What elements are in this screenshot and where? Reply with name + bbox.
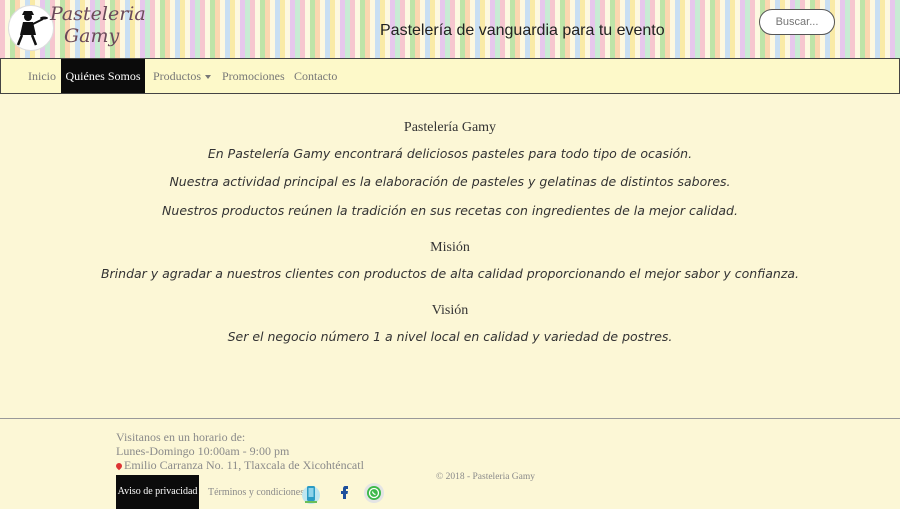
logo-text-line2: Gamy	[64, 25, 120, 47]
header-banner: Pasteleria Gamy Pastelería de vanguardia…	[0, 0, 900, 58]
footer: Visitanos en un horario de: Lunes-Doming…	[0, 418, 900, 509]
hours-text: Lunes-Domingo 10:00am - 9:00 pm	[116, 444, 290, 458]
whatsapp-icon[interactable]	[363, 482, 385, 504]
caret-down-icon	[205, 75, 211, 80]
privacy-link[interactable]: Aviso de privacidad	[116, 475, 199, 509]
address-text: Emilio Carranza No. 11, Tlaxcala de Xico…	[124, 458, 364, 472]
nav-item-promociones[interactable]: Promociones	[222, 59, 285, 93]
vision-text: Ser el negocio número 1 a nivel local en…	[227, 329, 673, 344]
header-tagline: Pastelería de vanguardia para tu evento	[380, 22, 665, 39]
location-pin-icon	[114, 462, 124, 471]
hours-label: Visitanos en un horario de:	[116, 430, 246, 444]
nav-item-contacto[interactable]: Contacto	[294, 59, 337, 93]
logo-text-line1: Pasteleria	[50, 3, 146, 25]
search-input[interactable]	[759, 9, 835, 35]
nav-item-productos-label: Productos	[153, 69, 201, 83]
phone-icon[interactable]	[301, 483, 321, 505]
nav-item-productos[interactable]: Productos	[153, 59, 211, 93]
facebook-icon[interactable]	[336, 483, 352, 501]
main-nav: Inicio Quiénes Somos Productos Promocion…	[0, 58, 900, 94]
about-paragraph-1: En Pastelería Gamy encontrará deliciosos…	[207, 146, 693, 161]
address: Emilio Carranza No. 11, Tlaxcala de Xico…	[114, 458, 364, 473]
vision-title: Visión	[431, 303, 469, 318]
main-content: Pastelería Gamy En Pastelería Gamy encon…	[0, 94, 900, 418]
logo[interactable]: Pasteleria Gamy	[6, 3, 146, 55]
terms-link[interactable]: Términos y condiciones	[208, 487, 304, 498]
nav-item-inicio[interactable]: Inicio	[28, 59, 56, 93]
about-paragraph-3: Nuestros productos reúnen la tradición e…	[162, 203, 738, 218]
mission-text: Brindar y agradar a nuestros clientes co…	[100, 266, 800, 281]
nav-item-quienes-somos[interactable]: Quiénes Somos	[61, 59, 145, 93]
mission-title: Misión	[430, 240, 470, 255]
about-title: Pastelería Gamy	[403, 120, 497, 135]
baker-silhouette-icon	[16, 11, 48, 46]
copyright: © 2018 - Pasteleria Gamy	[436, 472, 536, 482]
about-paragraph-2: Nuestra actividad principal es la elabor…	[169, 174, 731, 189]
